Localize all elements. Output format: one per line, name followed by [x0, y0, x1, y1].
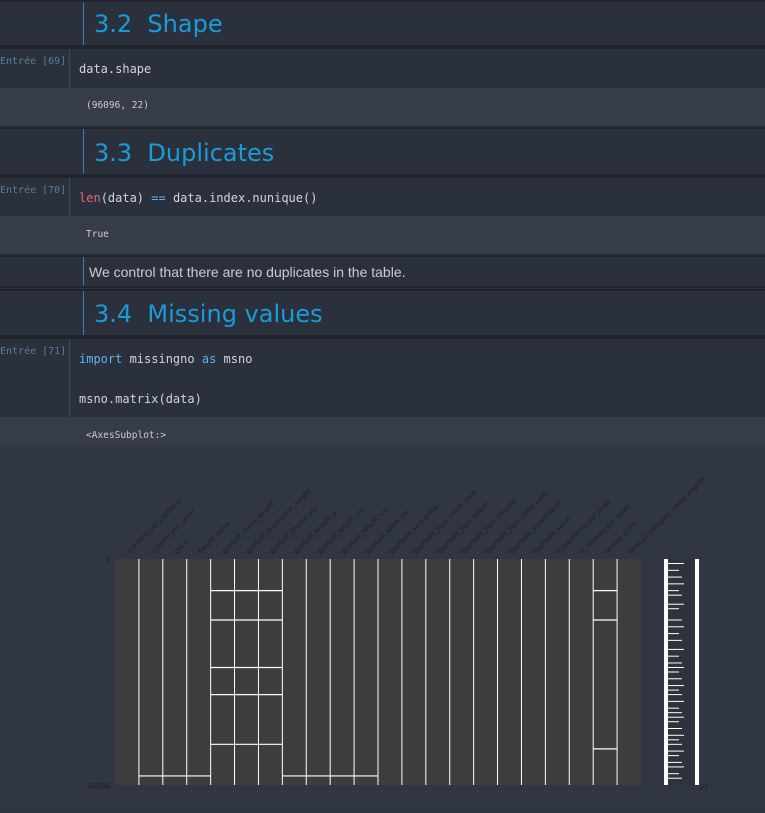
matrix-column-n_reviews_per_order — [569, 559, 594, 785]
markdown-cell-note[interactable]: We control that there are no duplicates … — [0, 255, 765, 288]
cell-prompt: Entrée [69]: — [0, 56, 73, 67]
cell-prompt: Entrée [70]: — [0, 185, 73, 196]
code-token: data.index.nunique() — [165, 191, 318, 205]
matrix-column-freight_value — [186, 559, 211, 785]
sparkline-max-label: 22 — [700, 783, 708, 791]
code-token-keyword: import — [79, 352, 123, 366]
cell-gutter — [69, 178, 70, 216]
markdown-cell-duplicates[interactable]: 3.3 Duplicates — [0, 127, 765, 176]
code-line[interactable]: msno.matrix(data) — [79, 392, 202, 406]
output-cell-71: <AxesSubplot:> — [0, 417, 765, 447]
matrix-column-payment_type_voucher — [449, 559, 474, 785]
output-text: <AxesSubplot:> — [86, 430, 167, 441]
column-label-price: price — [173, 538, 190, 555]
y-tick-label-last: 96096 — [87, 782, 111, 791]
code-token-keyword: as — [201, 352, 217, 366]
code-line[interactable]: import missingno as msno — [79, 352, 252, 366]
markdown-cell-shape[interactable]: 3.2 Shape — [0, 0, 765, 47]
code-token-fn: len — [79, 191, 101, 205]
markdown-text: We control that there are no duplicates … — [89, 264, 406, 280]
matrix-column-product_length_cm — [306, 559, 331, 785]
cell-selection-bar — [83, 257, 84, 286]
matrix-column-product_width_cm — [354, 559, 378, 785]
matrix-column-payment_installments — [497, 559, 522, 785]
matrix-column-price — [162, 559, 187, 785]
code-token: msno — [216, 352, 253, 366]
code-token: missingno — [122, 352, 202, 366]
cell-selection-bar — [83, 291, 84, 335]
markdown-cell-missing[interactable]: 3.4 Missing values — [0, 289, 765, 337]
matrix-column-payment_type_credit_card — [401, 559, 426, 785]
matrix-column-product_weight_g — [282, 559, 307, 785]
matrix-column-product_description_lenght — [234, 559, 259, 785]
output-cell-70: True — [0, 216, 765, 253]
code-cell-69[interactable]: Entrée [69]: data.shape — [0, 47, 765, 88]
missingno-matrix-output: n_orders_per_customer n_items_per_order pr… — [0, 447, 765, 808]
matrix-column-review_score — [593, 559, 618, 785]
cell-gutter — [69, 339, 70, 417]
section-heading-duplicates: 3.3 Duplicates — [94, 139, 275, 167]
cell-selection-bar — [83, 129, 84, 174]
matrix-column-product_photos_qty — [258, 559, 283, 785]
code-line[interactable]: data.shape — [79, 62, 151, 76]
code-line[interactable]: len(data) == data.index.nunique() — [79, 191, 317, 205]
cell-selection-bar — [83, 2, 84, 45]
matrix-column-payment_type_debit_card — [473, 559, 498, 785]
section-heading-shape: 3.2 Shape — [94, 10, 223, 38]
code-cell-70[interactable]: Entrée [70]: len(data) == data.index.nun… — [0, 176, 765, 216]
matrix-column-n_payments_per_order — [545, 559, 570, 785]
y-tick-label-first: 1 — [106, 555, 111, 564]
matrix-column-product_height_cm — [330, 559, 355, 785]
matrix-column-payment_sequential — [378, 559, 402, 785]
output-cell-69: (96096, 22) — [0, 88, 765, 125]
matrix-column-payment_value — [521, 559, 546, 785]
output-text: True — [86, 229, 109, 240]
matrix-column-product_category_name_english — [617, 559, 641, 785]
column-label-product_width_cm: product_width_cm — [364, 508, 412, 556]
sparkline-left-bar — [664, 559, 668, 785]
output-text: (96096, 22) — [86, 100, 149, 111]
matrix-column-product_name_lenght — [210, 559, 235, 785]
cell-gutter — [69, 49, 70, 88]
matrix-column-n_orders_per_customer — [115, 559, 139, 785]
column-label-product_weight_g: product_weight_g — [292, 509, 338, 555]
cell-prompt: Entrée [71]: — [0, 346, 73, 357]
missingno-matrix-chart: n_orders_per_customern_items_per_orderpr… — [87, 475, 708, 791]
matrix-column-payment_type_boleto — [425, 559, 450, 785]
section-heading-missing: 3.4 Missing values — [94, 300, 323, 328]
column-label-product_category_name_english: product_category_name_english — [627, 475, 707, 555]
code-token-op: == — [151, 191, 166, 205]
code-cell-71[interactable]: Entrée [71]: import missingno as msno ms… — [0, 337, 765, 417]
matrix-column-n_items_per_order — [138, 559, 163, 785]
sparkline-right-bar — [695, 559, 699, 785]
code-token: (data) — [100, 191, 152, 205]
